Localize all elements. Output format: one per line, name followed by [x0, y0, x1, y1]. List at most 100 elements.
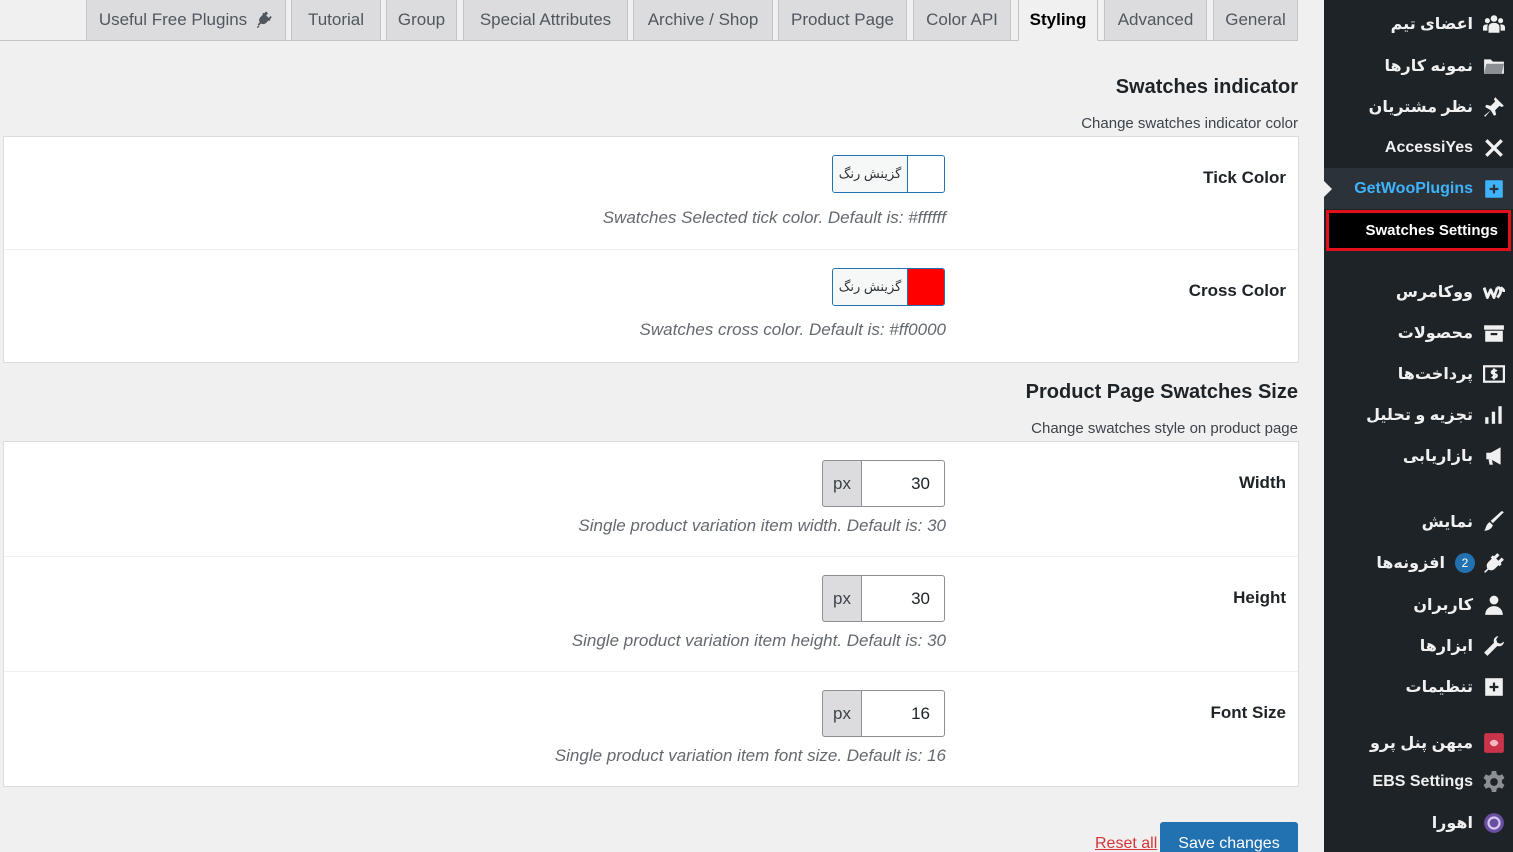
tab-archive-shop[interactable]: Archive / Shop: [633, 0, 773, 41]
folder-icon: [1483, 55, 1505, 77]
bar-chart-icon: [1483, 404, 1505, 426]
size-panel: Width px 30 Single product variation ite…: [3, 441, 1299, 787]
reset-all-link[interactable]: Reset all: [1095, 835, 1157, 852]
section-desc-size: Change swatches style on product page: [1031, 420, 1298, 437]
tab-general[interactable]: General: [1213, 0, 1298, 41]
height-input-group: px 30: [822, 575, 945, 622]
tick-color-row: Tick Color گزینش رنگ Swatches Selected t…: [4, 137, 1298, 250]
width-input-group: px 30: [822, 460, 945, 507]
sidebar-item-analytics[interactable]: تجزیه و تحلیل: [1324, 394, 1513, 435]
tab-special-attributes[interactable]: Special Attributes: [463, 0, 628, 41]
width-row: Width px 30 Single product variation ite…: [4, 442, 1298, 557]
admin-sidebar: اعضای تیم نمونه کارها نظر مشتریان Access…: [1323, 0, 1513, 852]
sidebar-item-label: نظر مشتریان: [1368, 98, 1473, 116]
sidebar-item-marketing[interactable]: بازاریابی: [1324, 435, 1513, 476]
font-size-input[interactable]: 16: [861, 690, 945, 737]
tick-color-swatch: [907, 156, 944, 192]
sidebar-item-plugins[interactable]: افزونه‌ها 2: [1324, 542, 1513, 583]
tab-label: Advanced: [1117, 10, 1194, 29]
sidebar-item-label: اعضای تیم: [1390, 15, 1473, 33]
plugin-box-icon: [1483, 178, 1505, 200]
current-menu-arrow: [1323, 180, 1332, 198]
update-count-badge: 2: [1455, 552, 1475, 573]
cross-color-help: Swatches cross color. Default is: #ff000…: [639, 320, 946, 339]
sidebar-item-label: کاربران: [1413, 596, 1473, 614]
sidebar-item-tools[interactable]: ابزارها: [1324, 625, 1513, 666]
width-input[interactable]: 30: [861, 460, 945, 507]
sidebar-item-label: تجزیه و تحلیل: [1366, 406, 1473, 424]
tab-label: Group: [397, 10, 446, 29]
tick-color-picker-button[interactable]: گزینش رنگ: [832, 155, 945, 193]
woocommerce-icon: [1483, 281, 1505, 303]
cross-color-label: Cross Color: [1188, 281, 1286, 300]
height-input[interactable]: 30: [861, 575, 945, 622]
sidebar-item-label: GetWooPlugins: [1354, 179, 1473, 197]
tab-label: Color API: [926, 10, 998, 29]
font-size-label: Font Size: [1210, 703, 1286, 722]
submenu-swatches-settings[interactable]: Swatches Settings: [1326, 210, 1511, 251]
sidebar-item-label: نمایش: [1421, 513, 1473, 531]
archive-icon: [1483, 322, 1505, 344]
tab-label: Useful Free Plugins: [98, 10, 248, 29]
sidebar-item-label: تنظیمات: [1405, 678, 1473, 696]
sidebar-item-woocommerce[interactable]: ووکامرس: [1324, 271, 1513, 312]
save-changes-button[interactable]: Save changes: [1160, 822, 1298, 852]
tick-color-label: Tick Color: [1203, 168, 1286, 187]
tab-label: Tutorial: [307, 10, 365, 29]
sidebar-item-settings[interactable]: تنظیمات: [1324, 666, 1513, 707]
sidebar-item-mihan-panel[interactable]: میهن پنل پرو: [1324, 722, 1513, 763]
unit-label: px: [822, 460, 861, 507]
sidebar-item-portfolio[interactable]: نمونه کارها: [1324, 45, 1513, 86]
sidebar-item-appearance[interactable]: نمایش: [1324, 501, 1513, 542]
tab-product-page[interactable]: Product Page: [778, 0, 907, 41]
ahura-icon: [1483, 812, 1505, 834]
tab-group[interactable]: Group: [386, 0, 457, 41]
sidebar-item-label: میهن پنل پرو: [1369, 734, 1473, 752]
sidebar-item-ahura[interactable]: اهورا: [1324, 802, 1513, 843]
width-help: Single product variation item width. Def…: [578, 516, 946, 535]
sidebar-item-label: EBS Settings: [1372, 772, 1473, 790]
sidebar-item-users[interactable]: کاربران: [1324, 584, 1513, 625]
dollar-icon: [1483, 363, 1505, 385]
mihan-icon: [1483, 732, 1505, 754]
height-help: Single product variation item height. De…: [571, 631, 946, 650]
cross-color-row: Cross Color گزینش رنگ Swatches cross col…: [4, 250, 1298, 362]
tab-label: Styling: [1029, 10, 1087, 29]
color-picker-text: گزینش رنگ: [833, 156, 907, 192]
sidebar-item-label: نمونه کارها: [1384, 57, 1473, 75]
tab-useful-free-plugins[interactable]: Useful Free Plugins: [86, 0, 286, 41]
sidebar-item-label: پرداخت‌ها: [1397, 365, 1473, 383]
section-desc-indicator: Change swatches indicator color: [1081, 115, 1298, 132]
pin-icon: [1483, 96, 1505, 118]
sidebar-item-payments[interactable]: پرداخت‌ها: [1324, 353, 1513, 394]
cross-color-swatch: [907, 269, 944, 305]
sidebar-item-accessiyes[interactable]: AccessiYes: [1324, 127, 1513, 168]
tab-styling[interactable]: Styling: [1018, 0, 1098, 41]
indicator-panel: Tick Color گزینش رنگ Swatches Selected t…: [3, 136, 1299, 363]
height-row: Height px 30 Single product variation it…: [4, 557, 1298, 672]
sidebar-item-label: AccessiYes: [1384, 138, 1473, 156]
height-label: Height: [1233, 588, 1286, 607]
unit-label: px: [822, 575, 861, 622]
sidebar-item-ebs-settings[interactable]: EBS Settings: [1324, 761, 1513, 802]
tab-label: General: [1225, 10, 1286, 29]
sidebar-item-products[interactable]: محصولات: [1324, 312, 1513, 353]
sidebar-item-label: بازاریابی: [1402, 447, 1473, 465]
font-size-row: Font Size px 16 Single product variation…: [4, 672, 1298, 786]
unit-label: px: [822, 690, 861, 737]
brush-icon: [1483, 510, 1505, 533]
color-picker-text: گزینش رنگ: [833, 269, 907, 305]
sidebar-item-team[interactable]: اعضای تیم: [1324, 3, 1513, 44]
tab-label: Archive / Shop: [647, 10, 759, 29]
wrench-icon: [1483, 635, 1505, 657]
gear-icon: [1483, 770, 1505, 793]
width-label: Width: [1238, 473, 1286, 492]
cross-color-picker-button[interactable]: گزینش رنگ: [832, 268, 945, 306]
tab-tutorial[interactable]: Tutorial: [291, 0, 381, 41]
tab-advanced[interactable]: Advanced: [1104, 0, 1207, 41]
sidebar-item-label: اهورا: [1431, 814, 1473, 832]
tab-color-api[interactable]: Color API: [913, 0, 1011, 41]
sidebar-item-getwooplugins[interactable]: GetWooPlugins: [1323, 168, 1513, 209]
sidebar-item-testimonials[interactable]: نظر مشتریان: [1324, 86, 1513, 127]
team-icon: [1483, 13, 1505, 35]
